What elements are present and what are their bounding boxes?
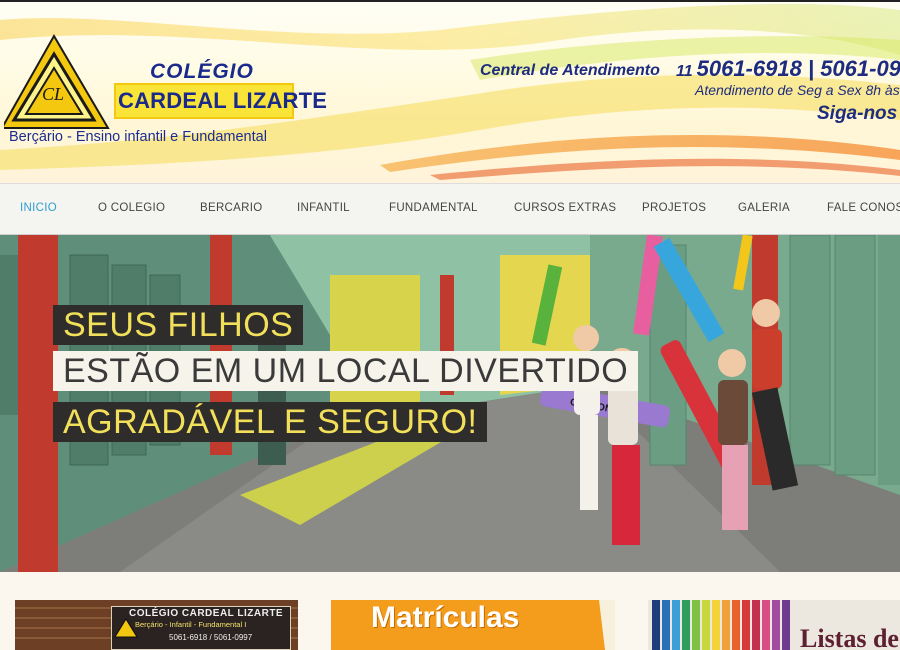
sign-phone: 5061-6918 / 5061-0997: [169, 633, 253, 642]
contact-hours: Atendimento de Seg a Sex 8h às: [695, 82, 900, 98]
main-navigation: INICIO O COLEGIO BERCARIO INFANTIL FUNDA…: [0, 183, 900, 235]
site-header: CL COLÉGIO CARDEAL LIZARTE Berçário - En…: [0, 0, 900, 183]
sign-subtitle: Berçário - Infantil - Fundamental I: [135, 620, 247, 629]
logo-tagline: Berçário - Ensino infantil e Fundamental: [9, 129, 267, 145]
nav-item-o-colegio[interactable]: O COLEGIO: [98, 202, 165, 214]
card-matriculas[interactable]: Matrículas: [331, 600, 615, 650]
hero-headline-line1: SEUS FILHOS: [53, 305, 304, 345]
nav-item-fundamental[interactable]: FUNDAMENTAL: [389, 202, 478, 214]
feature-cards: COLÉGIO CARDEAL LIZARTE Berçário - Infan…: [0, 572, 900, 650]
nav-item-bercario[interactable]: BERCARIO: [200, 202, 262, 214]
contact-center-label: Central de Atendimento: [480, 62, 660, 79]
hero-headline-line3: AGRADÁVEL E SEGURO!: [53, 402, 488, 442]
phone-area-code: 11: [676, 63, 693, 80]
logo-monogram: CL: [42, 84, 64, 104]
card-school-facade[interactable]: COLÉGIO CARDEAL LIZARTE Berçário - Infan…: [15, 600, 298, 650]
nav-item-cursos-extras[interactable]: CURSOS EXTRAS: [514, 202, 616, 214]
paper-curl-decoration: [599, 600, 615, 650]
nav-item-inicio[interactable]: INICIO: [20, 202, 57, 214]
logo-colegio-text: COLÉGIO: [150, 60, 254, 83]
nav-item-fale-conosco[interactable]: FALE CONOSCO: [827, 202, 900, 214]
nav-item-galeria[interactable]: GALERIA: [738, 202, 790, 214]
phone-numbers: 5061-6918 | 5061-09: [696, 56, 900, 81]
card-matriculas-title: Matrículas: [371, 601, 520, 634]
logo-school-name: CARDEAL LIZARTE: [118, 88, 328, 113]
card-listas-title: Listas de: [800, 624, 899, 650]
contact-phone-numbers[interactable]: 11 5061-6918 | 5061-09: [676, 56, 900, 82]
sign-title: COLÉGIO CARDEAL LIZARTE: [129, 608, 284, 619]
nav-item-infantil[interactable]: INFANTIL: [297, 202, 350, 214]
page: CL COLÉGIO CARDEAL LIZARTE Berçário - En…: [0, 0, 900, 650]
follow-us-link[interactable]: Siga-nos: [817, 103, 897, 125]
hero-banner[interactable]: CRAYON SEUS FILHOS ESTÃO EM UM LOCAL DIV…: [0, 235, 900, 572]
nav-item-projetos[interactable]: PROJETOS: [642, 202, 706, 214]
hero-headline-line2: ESTÃO EM UM LOCAL DIVERTIDO: [53, 351, 639, 391]
card-listas[interactable]: Listas de: [648, 600, 900, 650]
